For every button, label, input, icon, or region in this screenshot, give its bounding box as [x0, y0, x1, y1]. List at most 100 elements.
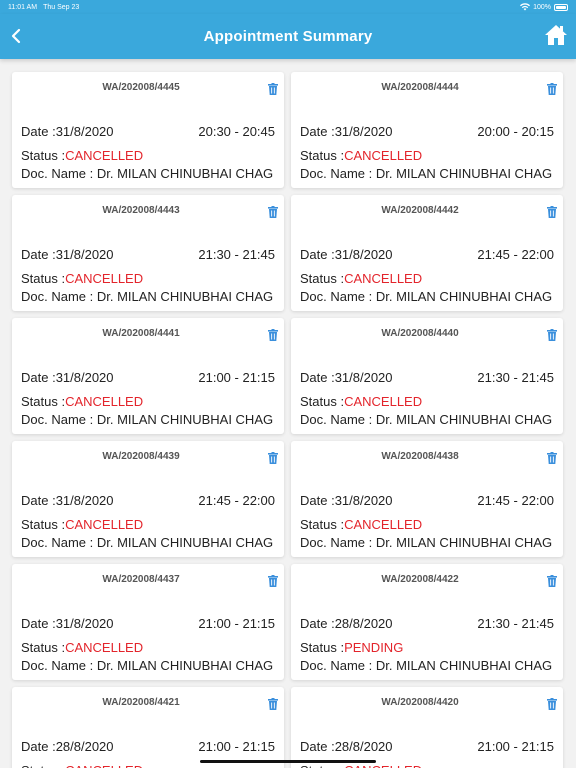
date-label: Date :	[300, 370, 335, 385]
status-value: CANCELLED	[65, 640, 144, 655]
appointment-card[interactable]: WA/202008/4441 Date :31/8/2020 21:00 - 21:…	[12, 318, 284, 434]
time-slot: 21:45 - 22:00	[198, 493, 275, 508]
header-bar: Appointment Summary	[0, 14, 576, 59]
status-label: Status :	[21, 394, 66, 409]
date-text: Date :28/8/2020	[300, 739, 393, 754]
delete-button[interactable]	[547, 574, 557, 587]
delete-button[interactable]	[268, 574, 278, 587]
appointment-card[interactable]: WA/202008/4442 Date :31/8/2020 21:45 - 22:…	[291, 195, 563, 311]
appointment-id: WA/202008/4444	[381, 82, 459, 93]
appointment-card[interactable]: WA/202008/4422 Date :28/8/2020 21:30 - 21:…	[291, 564, 563, 680]
home-button[interactable]	[544, 22, 568, 48]
date-label: Date :	[300, 124, 335, 139]
doctor-label: Doc. Name :	[21, 166, 97, 181]
status-row: Status :CANCELLED	[21, 640, 143, 655]
date-label: Date :	[300, 493, 335, 508]
delete-button[interactable]	[547, 205, 557, 218]
status-date: Thu Sep 23	[43, 3, 80, 11]
time-slot: 21:00 - 21:15	[477, 739, 554, 754]
delete-button[interactable]	[547, 451, 557, 464]
date-label: Date :	[21, 124, 56, 139]
delete-button[interactable]	[268, 82, 278, 95]
date-row: Date :31/8/2020 21:00 - 21:15	[21, 370, 275, 385]
delete-button[interactable]	[268, 697, 278, 710]
appointment-id: WA/202008/4421	[102, 697, 180, 708]
appointment-card[interactable]: WA/202008/4420 Date :28/8/2020 21:00 - 21:…	[291, 687, 563, 768]
status-row: Status :CANCELLED	[300, 148, 422, 163]
status-bar: 11:01 AM Thu Sep 23 100%	[0, 0, 576, 14]
doctor-label: Doc. Name :	[300, 166, 376, 181]
status-value: CANCELLED	[344, 148, 423, 163]
status-value: CANCELLED	[344, 517, 423, 532]
time-slot: 21:30 - 21:45	[477, 370, 554, 385]
status-right: 100%	[520, 3, 568, 11]
trash-icon	[268, 698, 278, 710]
doctor-name: Dr. MILAN CHINUBHAI CHAG	[375, 658, 553, 673]
appointment-card[interactable]: WA/202008/4439 Date :31/8/2020 21:45 - 22:…	[12, 441, 284, 557]
appointment-id: WA/202008/4437	[102, 574, 180, 585]
appointment-card[interactable]: WA/202008/4444 Date :31/8/2020 20:00 - 20:…	[291, 72, 563, 188]
date-label: Date :	[300, 247, 335, 262]
doctor-row: Doc. Name : Dr. MILAN CHINUBHAI CHAG	[300, 535, 552, 550]
date-label: Date :	[21, 616, 56, 631]
date-row: Date :28/8/2020 21:30 - 21:45	[300, 616, 554, 631]
date-value: 31/8/2020	[334, 370, 393, 385]
chevron-left-icon	[11, 28, 21, 44]
time-slot: 20:00 - 20:15	[477, 124, 554, 139]
date-text: Date :31/8/2020	[21, 124, 114, 139]
delete-button[interactable]	[547, 328, 557, 341]
date-text: Date :31/8/2020	[300, 124, 393, 139]
status-value: PENDING	[344, 640, 404, 655]
delete-button[interactable]	[547, 697, 557, 710]
date-text: Date :28/8/2020	[300, 616, 393, 631]
status-row: Status :CANCELLED	[300, 271, 422, 286]
doctor-row: Doc. Name : Dr. MILAN CHINUBHAI CHAG	[21, 535, 273, 550]
doctor-label: Doc. Name :	[300, 412, 376, 427]
home-indicator	[200, 760, 376, 763]
time-slot: 21:00 - 21:15	[198, 739, 275, 754]
date-row: Date :31/8/2020 21:45 - 22:00	[21, 493, 275, 508]
status-label: Status :	[21, 763, 65, 768]
date-value: 31/8/2020	[55, 124, 114, 139]
status-row: Status :CANCELLED	[21, 148, 143, 163]
date-text: Date :31/8/2020	[21, 247, 114, 262]
trash-icon	[547, 575, 557, 587]
appointment-id: WA/202008/4439	[102, 451, 180, 462]
date-value: 28/8/2020	[334, 739, 393, 754]
status-value: CANCELLED	[344, 763, 422, 768]
status-value: CANCELLED	[65, 394, 144, 409]
appointment-list[interactable]: WA/202008/4445 Date :31/8/2020 20:30 - 20:…	[0, 59, 576, 768]
doctor-label: Doc. Name :	[300, 535, 376, 550]
date-value: 28/8/2020	[55, 739, 114, 754]
doctor-label: Doc. Name :	[21, 658, 97, 673]
trash-icon	[547, 206, 557, 218]
date-label: Date :	[21, 493, 56, 508]
doctor-label: Doc. Name :	[300, 658, 376, 673]
doctor-name: Dr. MILAN CHINUBHAI CHAG	[96, 289, 274, 304]
battery-icon	[554, 3, 568, 11]
status-row: Status :CANCELLED	[21, 394, 143, 409]
back-button[interactable]	[8, 24, 26, 48]
delete-button[interactable]	[268, 205, 278, 218]
doctor-label: Doc. Name :	[300, 289, 376, 304]
status-value: CANCELLED	[65, 763, 143, 768]
appointment-card[interactable]: WA/202008/4438 Date :31/8/2020 21:45 - 22:…	[291, 441, 563, 557]
date-value: 31/8/2020	[55, 370, 114, 385]
delete-button[interactable]	[268, 451, 278, 464]
appointment-card[interactable]: WA/202008/4445 Date :31/8/2020 20:30 - 20:…	[12, 72, 284, 188]
delete-button[interactable]	[268, 328, 278, 341]
appointment-card[interactable]: WA/202008/4437 Date :31/8/2020 21:00 - 21:…	[12, 564, 284, 680]
appointment-card[interactable]: WA/202008/4421 Date :28/8/2020 21:00 - 21:…	[12, 687, 284, 768]
date-row: Date :28/8/2020 21:00 - 21:15	[300, 739, 554, 754]
status-label: Status :	[300, 517, 345, 532]
date-row: Date :31/8/2020 20:30 - 20:45	[21, 124, 275, 139]
status-time: 11:01 AM	[8, 3, 38, 11]
appointment-card[interactable]: WA/202008/4440 Date :31/8/2020 21:30 - 21:…	[291, 318, 563, 434]
appointment-card[interactable]: WA/202008/4443 Date :31/8/2020 21:30 - 21:…	[12, 195, 284, 311]
trash-icon	[268, 329, 278, 341]
date-label: Date :	[21, 247, 56, 262]
date-text: Date :31/8/2020	[21, 616, 114, 631]
doctor-row: Doc. Name : Dr. MILAN CHINUBHAI CHAG	[21, 412, 273, 427]
delete-button[interactable]	[547, 82, 557, 95]
date-row: Date :31/8/2020 21:45 - 22:00	[300, 247, 554, 262]
